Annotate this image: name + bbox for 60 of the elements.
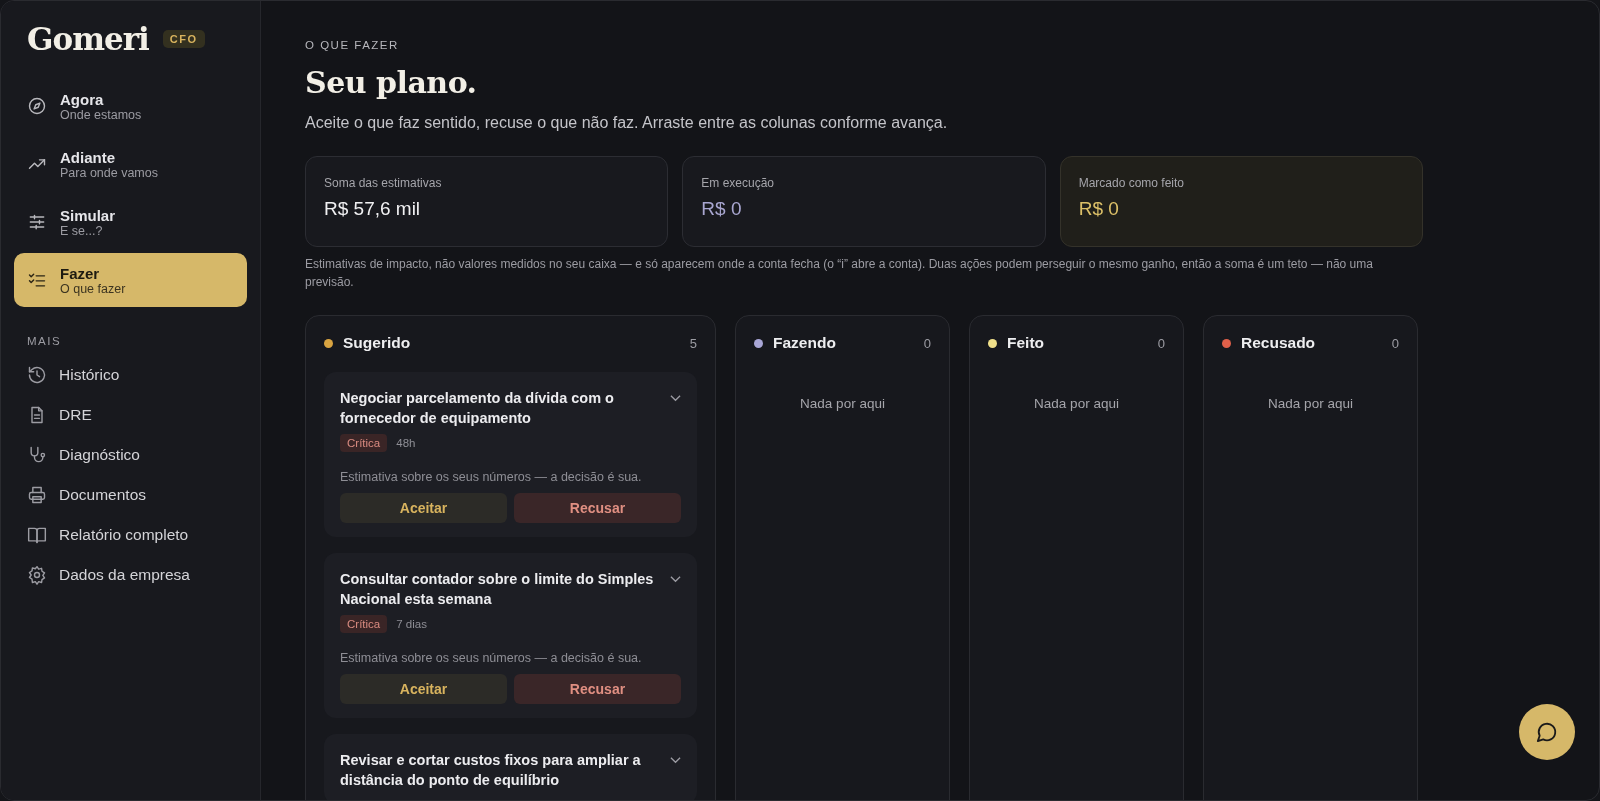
page-title: Seu plano. <box>305 65 478 100</box>
column-count: 5 <box>689 335 697 351</box>
nav-item[interactable]: Adiante Para onde vamos <box>14 137 247 191</box>
column-title: Sugerido <box>343 334 412 352</box>
stat-value: R$ 57,6 mil <box>324 198 422 220</box>
chat-bubble-icon <box>1536 721 1558 743</box>
estimate-note: Estimativa sobre os seus números — a decisão é sua. <box>340 651 643 665</box>
column-title: Recusado <box>1241 334 1317 352</box>
expand-chevron-icon[interactable] <box>670 394 681 402</box>
reject-button[interactable]: Recusar <box>514 674 681 704</box>
task-title: Consultar contador sobre o limite do Simples Nacional esta semana <box>340 570 655 609</box>
nav-link[interactable]: Documentos <box>14 475 247 515</box>
stat-label: Em execução <box>701 176 776 190</box>
priority-tag: Crítica <box>340 615 388 633</box>
section-heading: MAIS <box>26 335 63 347</box>
history-icon <box>27 365 47 385</box>
accept-button[interactable]: Aceitar <box>340 674 507 704</box>
stat-value: R$ 0 <box>1078 198 1120 220</box>
expand-chevron-icon[interactable] <box>670 575 681 583</box>
nav-link[interactable]: Histórico <box>14 355 247 395</box>
deadline-text: 7 dias <box>396 618 427 630</box>
page-subtitle: Aceite o que faz sentido, recuse o que não faz. Arraste entre as colunas conforme avança. <box>305 114 949 132</box>
plan-badge: CFO <box>162 30 205 48</box>
column-title: Feito <box>1007 334 1046 352</box>
nav-item[interactable]: Agora Onde estamos <box>14 79 247 133</box>
sliders-icon <box>27 212 47 232</box>
stat-value: R$ 0 <box>701 198 743 220</box>
nav-link[interactable]: DRE <box>14 395 247 435</box>
nav-item[interactable]: Fazer O que fazer <box>14 253 247 307</box>
page-eyebrow: O QUE FAZER <box>305 39 400 51</box>
logo: Gomeri <box>27 21 149 57</box>
deadline-text: 48h <box>396 437 416 449</box>
estimate-note: Estimativa sobre os seus números — a decisão é sua. <box>340 470 643 484</box>
nav-item[interactable]: Simular E se...? <box>14 195 247 249</box>
stat-label: Soma das estimativas <box>324 176 443 190</box>
nav-link[interactable]: Diagnóstico <box>14 435 247 475</box>
disclaimer-text: Estimativas de impacto, não valores medidos no seu caixa — e só aparecem onde a conta fecha (o “i” abre a conta). Duas ações podem perseguir o mesmo ganho, então a soma é um teto — não uma previsão. <box>305 256 1374 291</box>
priority-tag: Crítica <box>340 434 388 452</box>
stethoscope-icon <box>27 445 47 465</box>
book-icon <box>27 525 47 545</box>
compass-icon <box>27 96 47 116</box>
chat-button[interactable] <box>1519 704 1575 760</box>
task-title: Revisar e cortar custos fixos para ampliar a distância do ponto de equilíbrio <box>340 751 642 790</box>
nav-link[interactable]: Relatório completo <box>14 515 247 555</box>
task-title: Negociar parcelamento da dívida com o fornecedor de equipamento <box>340 389 615 428</box>
accept-button[interactable]: Aceitar <box>340 493 507 523</box>
printer-icon <box>27 485 47 505</box>
checklist-icon <box>27 270 47 290</box>
column-title: Fazendo <box>773 334 837 352</box>
column-count: 0 <box>923 335 931 351</box>
reject-button[interactable]: Recusar <box>514 493 681 523</box>
expand-chevron-icon[interactable] <box>670 756 681 764</box>
empty-state-text: Nada por aqui <box>1267 396 1354 411</box>
column-count: 0 <box>1157 335 1165 351</box>
column-count: 0 <box>1391 335 1399 351</box>
empty-state-text: Nada por aqui <box>1033 396 1120 411</box>
stat-label: Marcado como feito <box>1078 176 1186 190</box>
empty-state-text: Nada por aqui <box>799 396 886 411</box>
nav-link[interactable]: Dados da empresa <box>14 555 247 595</box>
settings-icon <box>27 565 47 585</box>
